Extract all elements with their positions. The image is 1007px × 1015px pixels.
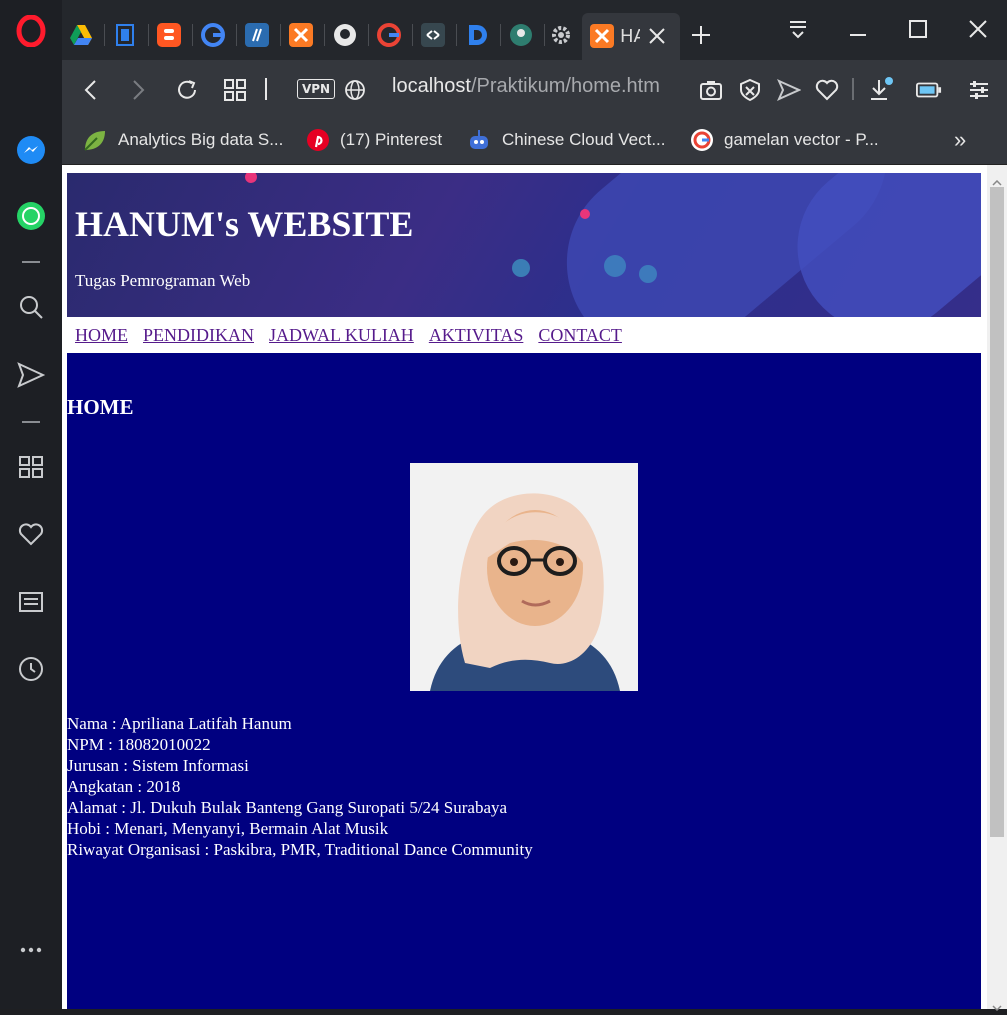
page-viewport: HANUM's WEBSITE Tugas Pemrograman Web HO… xyxy=(62,165,987,1009)
info-npm: NPM : 18082010022 xyxy=(67,735,211,754)
tab-strip: HA xyxy=(62,0,1007,60)
site-header-banner: HANUM's WEBSITE Tugas Pemrograman Web xyxy=(67,173,981,317)
nav-link-contact[interactable]: CONTACT xyxy=(538,325,622,346)
close-tab-icon[interactable] xyxy=(648,27,666,49)
blogger-tab-icon[interactable] xyxy=(156,22,182,48)
easy-setup-icon[interactable] xyxy=(966,77,992,103)
tabs-grid-icon[interactable] xyxy=(222,77,248,103)
back-icon[interactable] xyxy=(78,77,104,103)
history-icon[interactable] xyxy=(0,654,62,684)
nav-link-home[interactable]: HOME xyxy=(75,325,128,346)
info-hobi: Hobi : Menari, Menyanyi, Bermain Alat Mu… xyxy=(67,819,389,838)
vpn-badge[interactable]: VPN xyxy=(297,79,335,99)
github-tab-icon[interactable] xyxy=(332,22,358,48)
more-icon[interactable] xyxy=(0,938,62,962)
leaf-icon xyxy=(84,131,105,151)
info-angkatan: Angkatan : 2018 xyxy=(67,777,181,796)
google-tab-icon[interactable] xyxy=(376,22,402,48)
download-icon[interactable] xyxy=(868,77,894,103)
url-field[interactable]: localhost/Praktikum/home.htm xyxy=(392,75,660,98)
speed-dial-icon[interactable] xyxy=(0,452,62,482)
url-path: /Praktikum/home.htm xyxy=(470,75,660,97)
settings-icon[interactable] xyxy=(548,22,574,48)
nav-link-jadwal-kuliah[interactable]: JADWAL KULIAH xyxy=(269,325,414,346)
bokeh-dot xyxy=(639,265,657,283)
main-content: HOME Nama : Apriliana Latifah Hanum NPM … xyxy=(67,353,981,1009)
site-title: HANUM's WEBSITE xyxy=(75,204,414,244)
bookmark-label: (17) Pinterest xyxy=(340,130,443,149)
xampp-tab-icon[interactable] xyxy=(288,22,314,48)
active-tab[interactable]: HA xyxy=(582,13,680,60)
app-tab-icon[interactable] xyxy=(508,22,534,48)
bookmark-label: Analytics Big data S... xyxy=(118,130,284,149)
xampp-tab-icon xyxy=(590,24,614,52)
codepen-tab-icon[interactable] xyxy=(420,22,446,48)
site-nav: HOME PENDIDIKAN JADWAL KULIAH AKTIVITAS … xyxy=(67,317,981,353)
scroll-down-icon[interactable] xyxy=(992,996,1002,1015)
new-tab-icon[interactable] xyxy=(688,22,714,48)
browser-sidebar xyxy=(0,0,63,1009)
bookmark-label: gamelan vector - P... xyxy=(724,130,879,149)
send-icon[interactable] xyxy=(0,360,62,390)
bookmarks-bar: Analytics Big data S... (17) Pinterest C… xyxy=(62,118,1007,165)
ad-block-icon[interactable] xyxy=(737,77,763,103)
maximize-icon[interactable] xyxy=(898,14,938,44)
robot-icon xyxy=(470,130,488,149)
whatsapp-icon[interactable] xyxy=(0,199,62,233)
page-scrollbar[interactable] xyxy=(987,165,1007,1012)
nav-link-pendidikan[interactable]: PENDIDIKAN xyxy=(143,325,254,346)
bokeh-dot xyxy=(580,209,590,219)
google-tab-icon[interactable] xyxy=(200,22,226,48)
profile-photo xyxy=(410,463,638,691)
globe-icon[interactable] xyxy=(342,77,368,103)
bokeh-dot xyxy=(245,173,257,183)
info-nama: Nama : Apriliana Latifah Hanum xyxy=(67,714,292,733)
forward-icon[interactable] xyxy=(125,77,151,103)
camera-icon[interactable] xyxy=(698,77,724,103)
toolbar-divider xyxy=(852,78,854,100)
share-send-icon[interactable] xyxy=(776,77,802,103)
profile-info: Nama : Apriliana Latifah Hanum NPM : 180… xyxy=(67,713,981,860)
news-icon[interactable] xyxy=(0,587,62,617)
google-drive-tab-icon[interactable] xyxy=(68,22,94,48)
bookmark-item[interactable]: (17) Pinterest xyxy=(306,127,442,153)
minimize-icon[interactable] xyxy=(838,14,878,44)
dictionary-tab-icon[interactable] xyxy=(464,22,490,48)
url-host: localhost xyxy=(392,75,471,97)
search-icon[interactable] xyxy=(0,292,62,322)
info-alamat: Alamat : Jl. Dukuh Bulak Banteng Gang Su… xyxy=(67,798,508,817)
bokeh-dot xyxy=(604,255,626,277)
bookmark-item[interactable]: Analytics Big data S... xyxy=(82,127,283,153)
bookmark-item[interactable]: Chinese Cloud Vect... xyxy=(466,127,665,153)
bookmark-heart-icon[interactable] xyxy=(814,77,840,103)
sidebar-divider xyxy=(22,261,40,263)
bookmark-item[interactable]: gamelan vector - P... xyxy=(690,127,879,153)
active-tab-title: HA xyxy=(620,26,640,47)
web-page: HANUM's WEBSITE Tugas Pemrograman Web HO… xyxy=(67,173,981,1009)
info-riwayat-organisasi: Riwayat Organisasi : Paskibra, PMR, Trad… xyxy=(67,840,533,859)
bookmark-label: Chinese Cloud Vect... xyxy=(502,130,666,149)
tab-menu-icon[interactable] xyxy=(778,14,818,44)
nav-link-aktivitas[interactable]: AKTIVITAS xyxy=(429,325,524,346)
battery-saver-icon[interactable] xyxy=(916,77,942,103)
reload-icon[interactable] xyxy=(174,77,200,103)
address-toolbar: VPN localhost/Praktikum/home.htm xyxy=(62,60,1007,118)
more-bookmarks-icon[interactable]: » xyxy=(954,127,966,153)
bokeh-dot xyxy=(512,259,530,277)
section-title: HOME xyxy=(67,395,134,419)
sidebar-divider xyxy=(22,421,40,423)
heart-icon[interactable] xyxy=(0,519,62,549)
opera-logo-icon[interactable] xyxy=(0,14,62,48)
info-jurusan: Jurusan : Sistem Informasi xyxy=(67,756,249,775)
code-tab-icon[interactable] xyxy=(244,22,270,48)
site-subtitle: Tugas Pemrograman Web xyxy=(75,271,251,290)
close-window-icon[interactable] xyxy=(958,14,998,44)
messenger-icon[interactable] xyxy=(0,133,62,167)
google-icon xyxy=(691,129,713,151)
pinterest-icon xyxy=(307,129,329,151)
document-tab-icon[interactable] xyxy=(112,22,138,48)
scrollbar-thumb[interactable] xyxy=(990,187,1004,837)
toolbar-divider xyxy=(265,78,267,100)
